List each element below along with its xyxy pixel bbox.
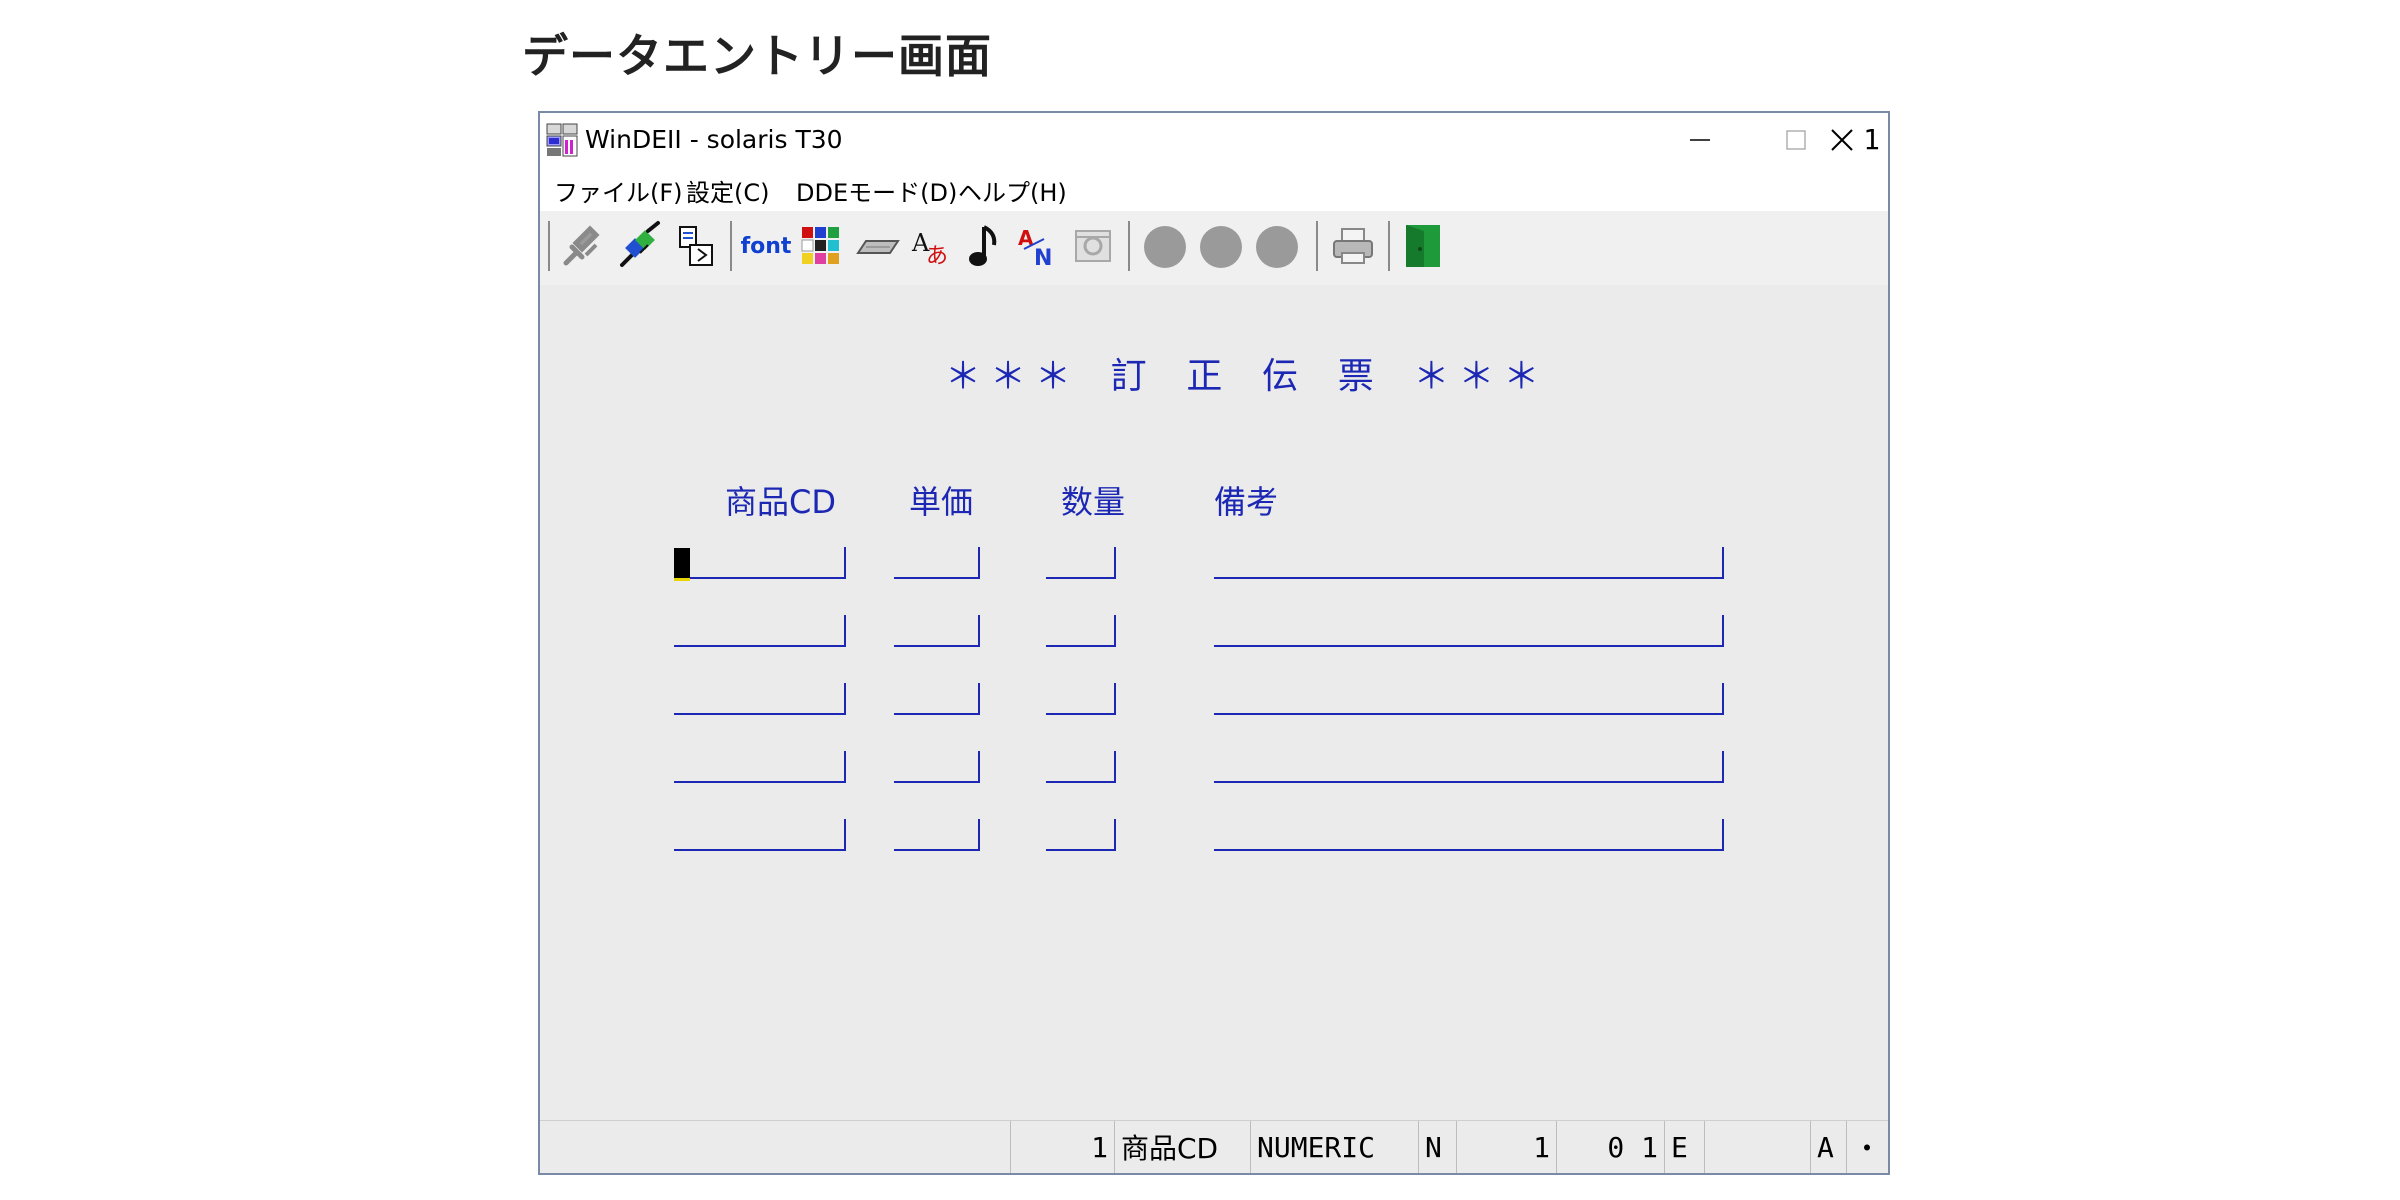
status-flag-e: E — [1664, 1121, 1704, 1173]
settings-disabled-icon — [1075, 230, 1111, 262]
keyboard-icon — [856, 240, 900, 254]
disconnect-icon — [620, 221, 660, 267]
unit-price-field-row3[interactable] — [894, 683, 980, 715]
status-bar: 1 商品CD NUMERIC N 1 0 1 E A ・ — [540, 1120, 1888, 1173]
toolbar-separator — [730, 221, 732, 271]
product-cd-field-row3[interactable] — [674, 683, 846, 715]
quantity-field-row4[interactable] — [1046, 751, 1116, 783]
menu-file[interactable]: ファイル(F) — [548, 173, 689, 208]
text-cursor — [674, 548, 690, 578]
status-mode: N — [1418, 1121, 1456, 1173]
windeii-app-icon[interactable] — [546, 123, 580, 157]
record-icon-1 — [1144, 226, 1186, 268]
minimize-icon — [1690, 139, 1710, 141]
color-palette-icon — [801, 227, 839, 264]
remarks-field-row3[interactable] — [1214, 683, 1724, 715]
quantity-field-row2[interactable] — [1046, 615, 1116, 647]
remarks-field-row1[interactable] — [1214, 547, 1724, 579]
key-mapping-button[interactable]: A N — [1014, 219, 1064, 273]
quantity-field-row5[interactable] — [1046, 819, 1116, 851]
connect-icon — [563, 225, 600, 266]
unit-price-field-row5[interactable] — [894, 819, 980, 851]
settings-disabled-button[interactable] — [1068, 219, 1118, 273]
form-title: ＊＊＊ 訂 正 伝 票 ＊＊＊ — [945, 356, 1549, 397]
toolbar-separator — [1316, 221, 1318, 271]
page-heading: データエントリー画面 — [522, 29, 992, 83]
menu-bar: ファイル(F) 設定(C) DDEモード(D) ヘルプ(H) — [540, 167, 1888, 211]
svg-text:N: N — [1034, 246, 1052, 271]
minimize-button[interactable] — [1652, 113, 1748, 167]
status-value-1: 1 — [1456, 1121, 1556, 1173]
svg-text:A: A — [1018, 226, 1034, 250]
column-header-quantity: 数量 — [1061, 483, 1126, 521]
status-dot: ・ — [1846, 1121, 1881, 1173]
copy-button[interactable] — [672, 219, 722, 273]
toolbar-separator — [548, 221, 550, 271]
exit-icon — [1406, 225, 1440, 267]
cursor-underline — [674, 578, 690, 581]
product-cd-field-row4[interactable] — [674, 751, 846, 783]
quantity-field-row3[interactable] — [1046, 683, 1116, 715]
status-spacer — [1880, 1121, 1892, 1173]
sound-button[interactable] — [960, 219, 1010, 273]
column-header-unit-price: 単価 — [909, 483, 974, 521]
status-page: 1 — [1863, 122, 1880, 156]
record-button-2[interactable] — [1196, 219, 1246, 273]
record-button-1[interactable] — [1140, 219, 1190, 273]
svg-text:あ: あ — [926, 244, 948, 269]
form-client-area: ＊＊＊ 訂 正 伝 票 ＊＊＊ 商品CD 単価 数量 備考 — [540, 285, 1888, 1121]
print-icon — [1333, 228, 1373, 264]
status-flag-a: A — [1810, 1121, 1846, 1173]
remarks-field-row2[interactable] — [1214, 615, 1724, 647]
status-value-2: 0 1 — [1556, 1121, 1664, 1173]
column-header-remarks: 備考 — [1214, 483, 1279, 521]
remarks-field-row5[interactable] — [1214, 819, 1724, 851]
exit-button[interactable] — [1398, 219, 1448, 273]
product-cd-field-row1[interactable] — [674, 547, 846, 579]
app-window: WinDEII - solaris T30 ファイル(F) 設定(C) DDEモ… — [538, 111, 1890, 1175]
print-button[interactable] — [1328, 219, 1378, 273]
column-header-product-cd: 商品CD — [725, 483, 836, 521]
product-cd-field-row5[interactable] — [674, 819, 846, 851]
status-field-number: 1 — [1010, 1121, 1114, 1173]
menu-settings[interactable]: 設定(C) — [680, 173, 775, 208]
disconnect-button[interactable] — [614, 219, 664, 273]
font-button[interactable]: font — [740, 219, 792, 273]
key-mapping-icon: A N — [1018, 226, 1052, 271]
unit-price-field-row1[interactable] — [894, 547, 980, 579]
toolbar-separator — [1128, 221, 1130, 271]
sound-icon — [969, 225, 997, 266]
toolbar-separator — [1388, 221, 1390, 271]
toolbar: font A あ A N — [540, 211, 1888, 285]
unit-price-field-row4[interactable] — [894, 751, 980, 783]
status-blank — [1704, 1121, 1810, 1173]
color-palette-button[interactable] — [796, 219, 846, 273]
window-title: WinDEII - solaris T30 — [585, 125, 843, 154]
status-field-type: NUMERIC — [1250, 1121, 1418, 1173]
quantity-field-row1[interactable] — [1046, 547, 1116, 579]
connect-button[interactable] — [556, 219, 606, 273]
remarks-field-row4[interactable] — [1214, 751, 1724, 783]
character-button[interactable]: A あ — [906, 219, 956, 273]
character-icon: A あ — [911, 229, 948, 269]
record-button-3[interactable] — [1252, 219, 1302, 273]
keyboard-button[interactable] — [852, 219, 902, 273]
unit-price-field-row2[interactable] — [894, 615, 980, 647]
record-icon-2 — [1200, 226, 1242, 268]
record-icon-3 — [1256, 226, 1298, 268]
title-bar[interactable]: WinDEII - solaris T30 — [540, 113, 1888, 167]
status-field-name: 商品CD — [1114, 1121, 1250, 1173]
menu-dde-mode[interactable]: DDEモード(D) — [790, 173, 963, 208]
menu-help[interactable]: ヘルプ(H) — [952, 173, 1073, 208]
product-cd-field-row2[interactable] — [674, 615, 846, 647]
copy-icon — [679, 226, 713, 266]
